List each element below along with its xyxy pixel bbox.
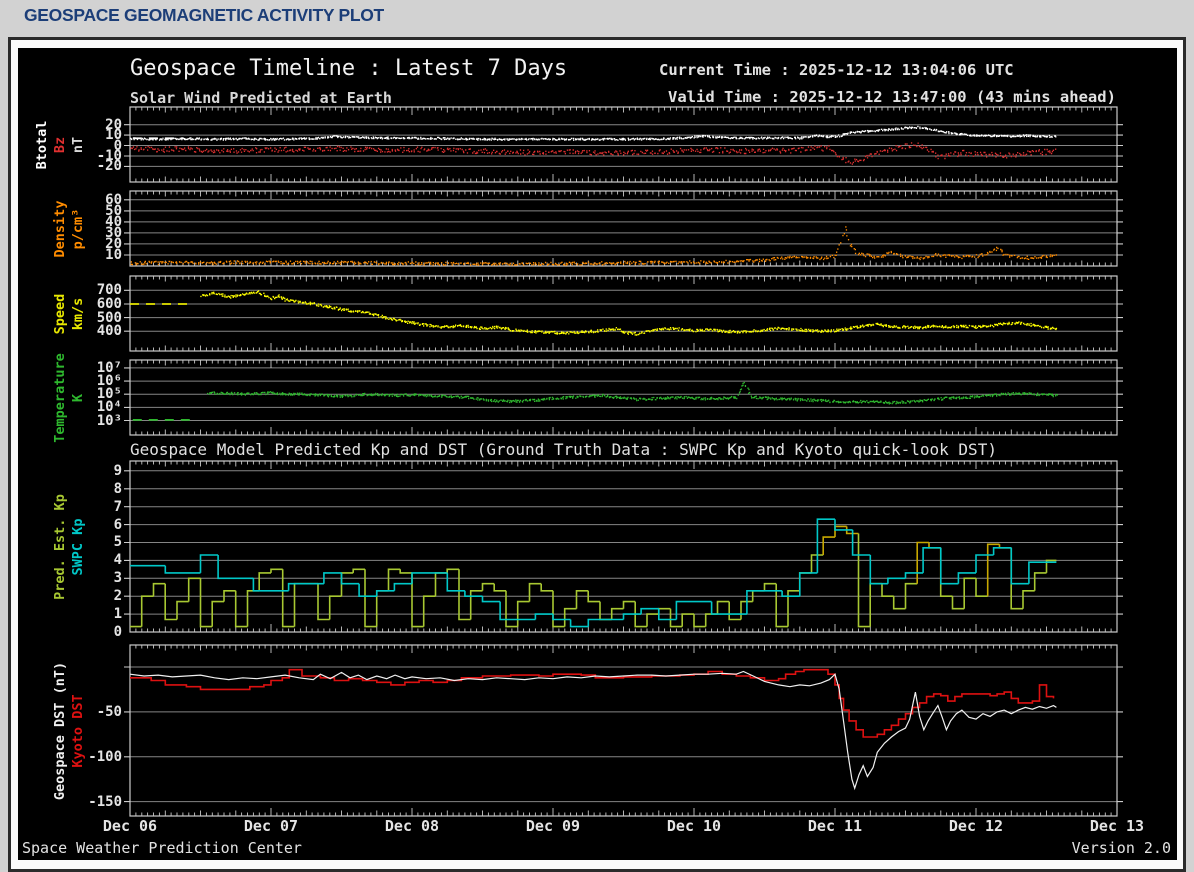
valid-time: Valid Time : 2025-12-12 13:47:00 (43 min… [668,88,1116,106]
model-caption: Geospace Model Predicted Kp and DST (Gro… [130,440,997,459]
footer-version: Version 2.0 [1071,839,1171,857]
current-time: Current Time : 2025-12-12 13:04:06 UTC [659,61,1014,79]
plot-subtitle: Solar Wind Predicted at Earth [130,89,392,107]
footer-source: Space Weather Prediction Center [22,839,302,857]
geospace-plot: Geospace Timeline : Latest 7 Days Solar … [18,48,1177,860]
page-title: GEOSPACE GEOMAGNETIC ACTIVITY PLOT [24,5,384,25]
plot-title: Geospace Timeline : Latest 7 Days [130,56,568,81]
content-frame: Geospace Timeline : Latest 7 Days Solar … [8,37,1186,872]
